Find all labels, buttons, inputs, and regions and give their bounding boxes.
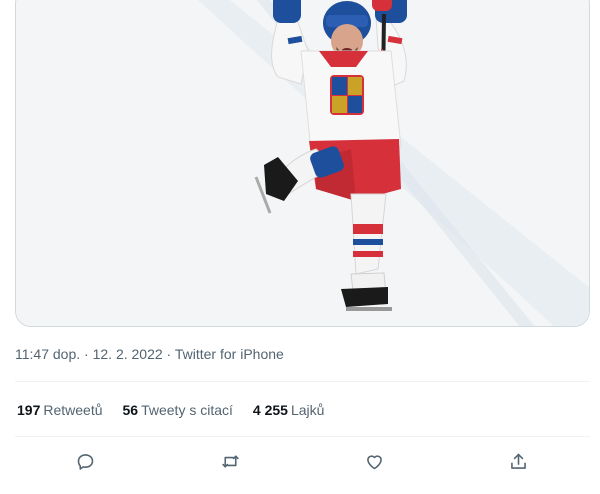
retweet-icon bbox=[221, 454, 239, 468]
share-button[interactable] bbox=[503, 446, 533, 476]
tweet-date: 12. 2. 2022 bbox=[92, 346, 163, 362]
likes-label: Lajků bbox=[290, 402, 325, 418]
like-icon bbox=[366, 454, 382, 469]
quote-tweets-label: Tweety s citací bbox=[141, 402, 233, 418]
tweet-timestamp-line: 11:47 dop. · 12. 2. 2022 · Twitter for i… bbox=[15, 346, 284, 362]
hockey-player-photo bbox=[16, 0, 589, 326]
tweet-time-link[interactable]: 11:47 dop. · 12. 2. 2022 bbox=[15, 346, 167, 362]
divider bbox=[15, 436, 590, 437]
like-button[interactable] bbox=[359, 446, 389, 476]
likes-stat[interactable]: 4 255 Lajků bbox=[253, 402, 325, 418]
tweet-media-image[interactable] bbox=[15, 0, 590, 327]
meta-separator: · bbox=[166, 346, 172, 362]
tweet-source-link[interactable]: Twitter for iPhone bbox=[175, 346, 284, 362]
engagement-stats: 197 Retweetů 56 Tweety s citací 4 255 Lajků bbox=[17, 402, 324, 418]
reply-icon bbox=[77, 453, 93, 470]
likes-count: 4 255 bbox=[252, 402, 288, 418]
retweets-label: Retweetů bbox=[43, 402, 103, 418]
retweet-button[interactable] bbox=[215, 446, 245, 476]
divider bbox=[15, 381, 590, 382]
retweets-stat[interactable]: 197 Retweetů bbox=[17, 402, 103, 418]
retweets-count: 197 bbox=[17, 402, 41, 418]
quote-tweets-stat[interactable]: 56 Tweety s citací bbox=[123, 402, 233, 418]
reply-button[interactable] bbox=[70, 446, 100, 476]
tweet-action-bar bbox=[0, 446, 600, 476]
share-icon bbox=[510, 453, 526, 469]
tweet-time: 11:47 dop. bbox=[15, 346, 81, 362]
quote-tweets-count: 56 bbox=[122, 402, 139, 418]
meta-separator: · bbox=[84, 346, 89, 362]
